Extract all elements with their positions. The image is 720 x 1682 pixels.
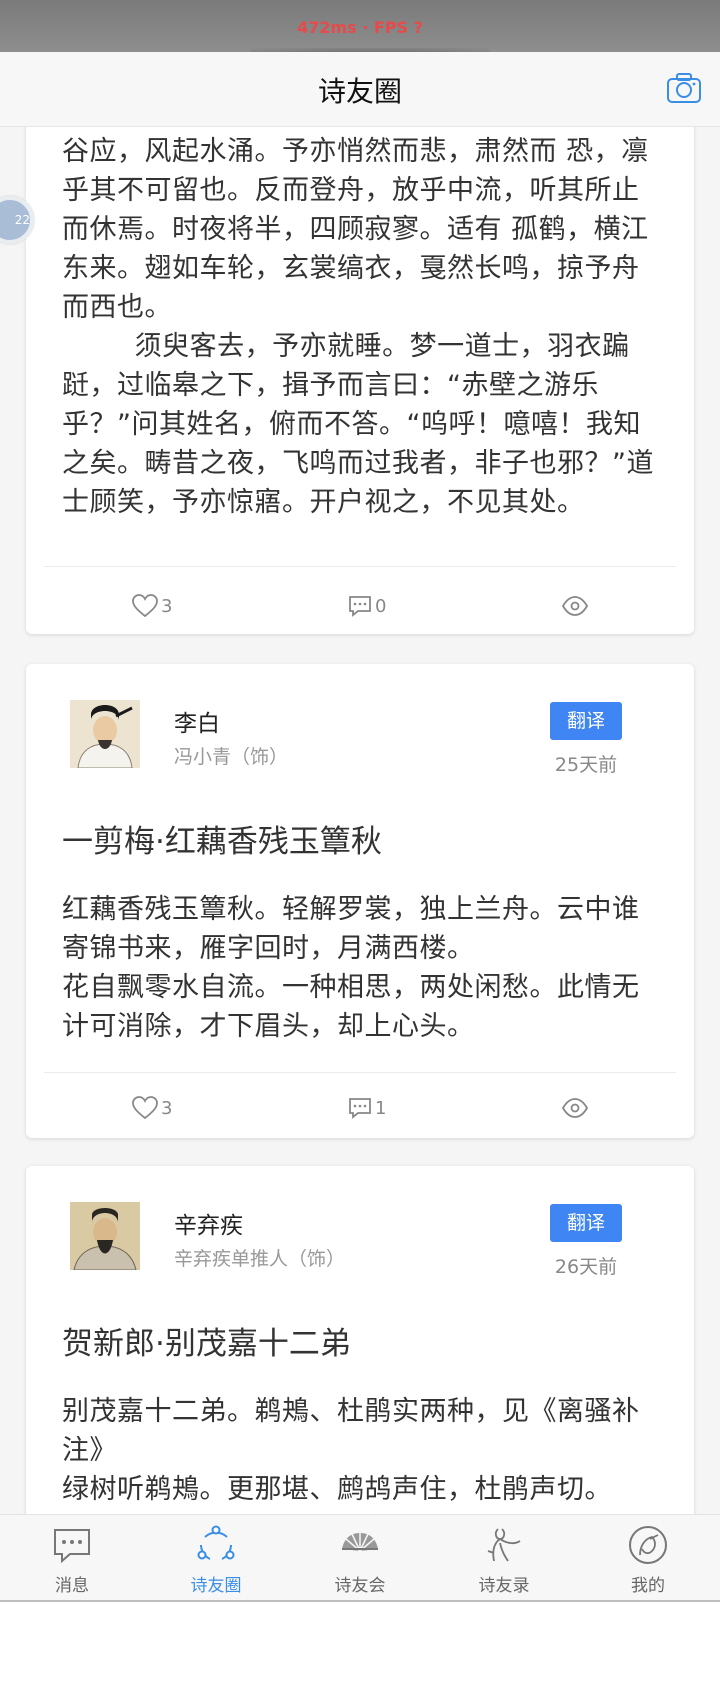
card-divider [44, 1072, 676, 1073]
comment-icon [349, 1098, 371, 1119]
message-icon [54, 1529, 90, 1564]
eye-icon [562, 596, 588, 616]
post-card[interactable]: 谷应，风起水涌。予亦悄然而悲，肃然而 恐，凛乎其不可留也。反而登舟，放乎中流，听… [26, 126, 694, 634]
author-name[interactable]: 李白 [174, 704, 220, 738]
feed-list[interactable]: 谷应，风起水涌。予亦悄然而悲，肃然而 恐，凛乎其不可留也。反而登舟，放乎中流，听… [0, 126, 720, 1514]
camera-icon[interactable] [666, 72, 702, 104]
tab-messages[interactable]: 消息 [0, 1515, 144, 1601]
top-header: 诗友圈 [0, 52, 720, 127]
view-button[interactable] [562, 1088, 591, 1128]
heart-icon [132, 1096, 158, 1120]
post-body: 谷应，风起水涌。予亦悄然而悲，肃然而 恐，凛乎其不可留也。反而登舟，放乎中流，听… [62, 136, 654, 518]
like-button[interactable]: 3 [132, 586, 172, 626]
tab-poet-directory[interactable]: 诗友录 [432, 1515, 576, 1601]
tab-label: 消息 [55, 1576, 89, 1596]
comment-button[interactable]: 1 [348, 1088, 386, 1128]
status-bar: 472ms · FPS ? [0, 0, 720, 62]
fan-icon [342, 1533, 378, 1552]
post-time: 26天前 [554, 1256, 618, 1278]
post-stats: 3 0 [26, 586, 694, 626]
poem-title[interactable]: 一剪梅·红藕香残玉簟秋 [62, 816, 382, 861]
tab-poet-circle[interactable]: 诗友圈 [144, 1515, 288, 1601]
comment-icon [349, 596, 371, 617]
translate-button[interactable]: 翻译 [550, 1204, 622, 1242]
view-button[interactable] [562, 586, 591, 626]
post-card[interactable]: 李白 冯小青（饰） 翻译 25天前 一剪梅·红藕香残玉簟秋 红藕香残玉簟秋。轻解… [26, 664, 694, 1138]
tab-label: 诗友圈 [190, 1576, 242, 1596]
profile-icon [629, 1526, 667, 1564]
fps-indicator: 472ms · FPS ? [297, 18, 423, 37]
poem-title[interactable]: 贺新郎·别茂嘉十二弟 [62, 1318, 351, 1363]
avatar[interactable] [70, 1202, 140, 1270]
tab-profile[interactable]: 我的 [576, 1515, 720, 1601]
tab-label: 诗友会 [334, 1576, 386, 1596]
comment-count: 0 [375, 595, 387, 617]
bottom-area [0, 1602, 720, 1682]
post-body: 别茂嘉十二弟。鹈鴂、杜鹃实两种，见《离骚补注》 绿树听鹈鴂。更那堪、鹧鸪声住，杜… [62, 1396, 640, 1505]
card-divider [44, 566, 676, 567]
page-title: 诗友圈 [317, 75, 402, 108]
like-count: 3 [161, 1097, 173, 1119]
poet-icon [487, 1528, 521, 1562]
eye-icon [562, 1098, 588, 1118]
tab-poet-meeting[interactable]: 诗友会 [288, 1515, 432, 1601]
author-name[interactable]: 辛弃疾 [174, 1206, 243, 1240]
avatar[interactable] [70, 700, 140, 768]
like-count: 3 [161, 595, 173, 617]
tab-bar: 消息 诗友圈 诗友会 诗友录 我的 [0, 1514, 720, 1601]
translate-button[interactable]: 翻译 [550, 702, 622, 740]
comment-count: 1 [375, 1097, 387, 1119]
like-button[interactable]: 3 [132, 1088, 172, 1128]
actor-label: 冯小青（饰） [174, 746, 289, 768]
post-body: 红藕香残玉簟秋。轻解罗裳，独上兰舟。云中谁寄锦书来，雁字回时，月满西楼。 花自飘… [62, 894, 640, 1042]
post-stats: 3 1 [26, 1088, 694, 1128]
tab-label: 我的 [631, 1576, 665, 1596]
tab-label: 诗友录 [478, 1576, 530, 1596]
circle-icon [197, 1525, 235, 1560]
comment-button[interactable]: 0 [348, 586, 386, 626]
post-card[interactable]: 辛弃疾 辛弃疾单推人（饰） 翻译 26天前 贺新郎·别茂嘉十二弟 别茂嘉十二弟。… [26, 1166, 694, 1514]
post-time: 25天前 [554, 754, 618, 776]
actor-label: 辛弃疾单推人（饰） [174, 1248, 346, 1270]
heart-icon [132, 594, 158, 618]
